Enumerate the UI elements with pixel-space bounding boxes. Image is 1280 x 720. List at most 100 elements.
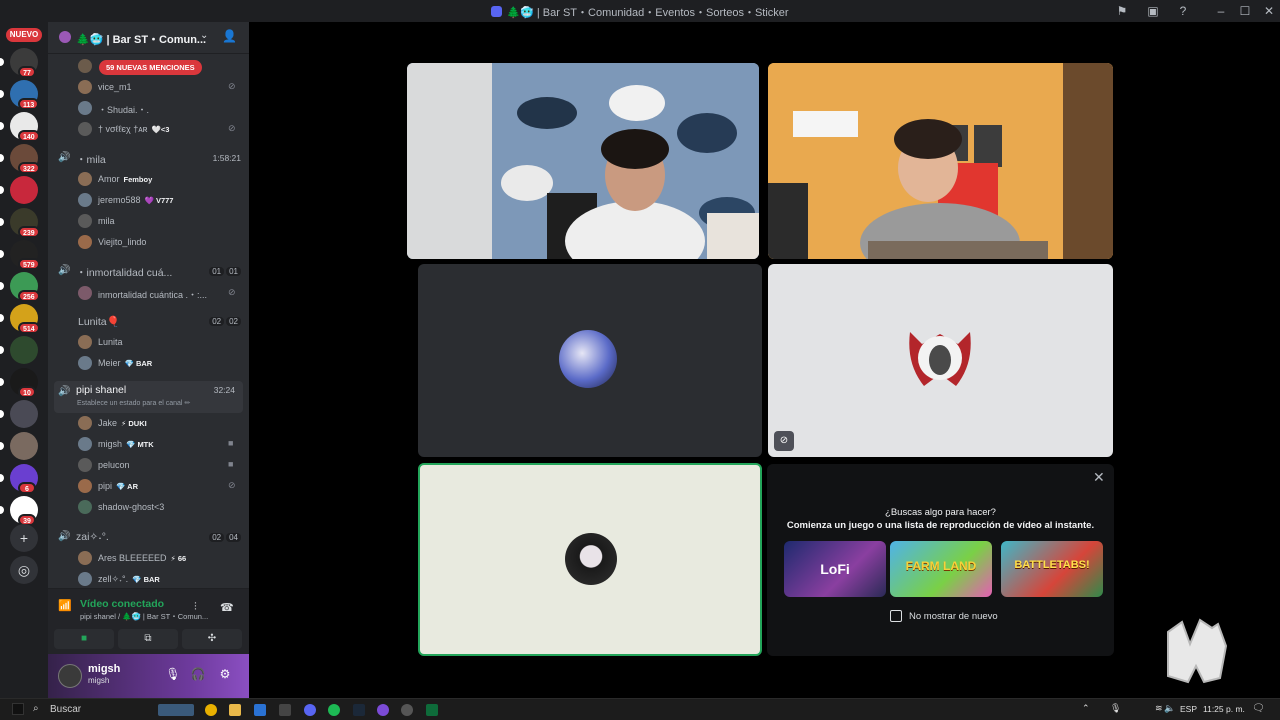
maximize-icon[interactable]: ☐	[1237, 3, 1253, 19]
participant-tile-self[interactable]	[418, 463, 762, 656]
mentions-badge[interactable]: 59 NUEVAS MENCIONES	[99, 60, 202, 75]
list-item[interactable]: vice_m1 ⊘	[48, 77, 249, 97]
server-avatar[interactable]	[10, 432, 38, 460]
avatar	[78, 437, 92, 451]
list-item[interactable]: † vσℓℓєχ †ᴀʀ 🤍<3 ⊘	[48, 119, 249, 139]
discord-icon[interactable]	[304, 704, 316, 716]
noise-suppression-icon[interactable]: ⫶	[194, 601, 197, 614]
dont-show-again-label[interactable]: No mostrar de nuevo	[909, 611, 998, 622]
user-display-name[interactable]: migsh	[88, 663, 120, 675]
list-item[interactable]: shadow-ghost<3	[48, 497, 249, 517]
mention-badge: 77	[18, 66, 36, 78]
activity-battletabs[interactable]: BATTLETABS!	[1001, 541, 1103, 597]
microphone-icon[interactable]: 🎙	[164, 667, 182, 685]
screen-icon[interactable]: ▣	[1145, 3, 1161, 19]
avatar[interactable]	[58, 664, 82, 688]
member-tag: 💎 AR	[116, 482, 138, 491]
list-item[interactable]: pelucon ■	[48, 455, 249, 475]
inbox-icon[interactable]: ⚑	[1114, 3, 1130, 19]
list-item[interactable]: zell✧˖°. 💎 BAR	[48, 569, 249, 589]
voice-status[interactable]: Vídeo conectado	[80, 598, 164, 610]
terminal-icon[interactable]	[426, 704, 438, 716]
voice-channel-lunita[interactable]: Lunita🎈 02 02	[48, 310, 249, 332]
wifi-icon[interactable]: ≋	[1155, 703, 1163, 714]
list-item[interactable]: Ares BLEEEEED ⚡ 66	[48, 548, 249, 568]
chrome-icon[interactable]	[205, 704, 217, 716]
activities-icon: ✣	[207, 633, 217, 644]
channel-counts: 02 04	[207, 532, 241, 542]
help-icon[interactable]: ?	[1175, 3, 1191, 19]
app-icon[interactable]	[401, 704, 413, 716]
obs-icon[interactable]	[377, 704, 389, 716]
steam-icon[interactable]	[353, 704, 365, 716]
user-count: 02	[209, 533, 225, 542]
close-window-icon[interactable]: ✕	[1261, 3, 1277, 19]
search-icon[interactable]: ⌕	[33, 703, 39, 714]
mic-tray-icon[interactable]: 🎙	[1110, 703, 1121, 714]
avatar	[565, 533, 617, 585]
widget-icon[interactable]	[158, 704, 194, 716]
store-icon[interactable]	[254, 704, 266, 716]
dont-show-again-checkbox[interactable]	[890, 610, 902, 622]
volume-icon[interactable]: 🔈	[1164, 703, 1175, 714]
taskbar-search[interactable]: Buscar	[50, 704, 81, 715]
list-item[interactable]: inmortalidad cuántica .・:... ⊘	[48, 283, 249, 303]
list-item[interactable]: ・Shudai.・.	[48, 98, 249, 118]
member-name: Lunita	[98, 337, 123, 347]
list-item[interactable]: Amor Femboy	[48, 169, 249, 189]
chevron-down-icon[interactable]: ⌄	[200, 30, 208, 41]
avatar	[559, 330, 617, 388]
input-language[interactable]: ESP	[1180, 704, 1197, 714]
clock[interactable]: 11:25 p. m.	[1203, 704, 1245, 714]
speaker-icon: 🔊	[58, 152, 71, 163]
list-item[interactable]: jeremo588 💜 V777	[48, 190, 249, 210]
list-item[interactable]: pipi 💎 AR ⊘	[48, 476, 249, 496]
list-item[interactable]: mila	[48, 211, 249, 231]
new-label[interactable]: NUEVO	[6, 28, 42, 42]
file-explorer-icon[interactable]	[229, 704, 241, 716]
voice-channel-inmortalidad[interactable]: 🔊 ・inmortalidad cuá... 01 01	[48, 260, 249, 282]
voice-channel-mila[interactable]: 🔊 ・mila 1:58:21	[48, 147, 249, 169]
app-icon[interactable]	[279, 704, 291, 716]
camera-icon: ■	[228, 438, 234, 448]
spotify-icon[interactable]	[328, 704, 340, 716]
close-icon[interactable]: ✕	[1093, 469, 1105, 486]
unread-pill	[0, 122, 4, 130]
participant-tile-user3[interactable]	[418, 264, 762, 457]
camera-button[interactable]: ■	[54, 629, 114, 649]
minimize-icon[interactable]: –	[1213, 3, 1229, 19]
video-tile-user1[interactable]	[407, 63, 759, 259]
voice-channel-zai[interactable]: 🔊 zai✧˖°. 02 04	[48, 526, 249, 548]
activity-farm-land[interactable]: FARM LAND	[890, 541, 992, 597]
notifications-icon[interactable]: 🗨	[1252, 703, 1265, 714]
voice-channel-pipi[interactable]: 🔊 pipi shanel 32:24 Establece un estado …	[54, 381, 243, 413]
activity-lofi[interactable]: LoFi	[784, 541, 886, 597]
chevron-up-icon[interactable]: ⌃	[1082, 703, 1090, 714]
mention-badge: 6	[18, 482, 36, 494]
invite-icon[interactable]: 👤	[222, 29, 237, 43]
headphones-icon[interactable]: 🎧	[189, 667, 207, 685]
start-icon[interactable]	[12, 703, 24, 715]
list-item[interactable]: Lunita	[48, 332, 249, 352]
member-name-text: Amor	[98, 174, 120, 184]
server-avatar[interactable]	[10, 400, 38, 428]
list-item[interactable]: Viejito_lindo	[48, 232, 249, 252]
settings-gear-icon[interactable]: ⚙	[216, 667, 234, 685]
member-name-text: Lunita	[98, 337, 123, 347]
server-avatar[interactable]	[10, 336, 38, 364]
participant-tile-user4[interactable]: ⊘	[768, 264, 1113, 457]
muted-icon: ⊘	[228, 287, 236, 297]
video-tile-user2[interactable]	[768, 63, 1113, 259]
guild-header[interactable]: 🌲🥶 | Bar ST・Comun... ⌄ 👤	[48, 22, 249, 54]
voice-channel-path[interactable]: pipi shanel / 🌲🥶 | Bar ST・Comun...	[80, 611, 208, 622]
list-item[interactable]: Meier 💎 BAR	[48, 353, 249, 373]
list-item[interactable]: Jake ⚡ DUKI	[48, 413, 249, 433]
list-item[interactable]: migsh 💎 MTK ■	[48, 434, 249, 454]
explore-icon[interactable]: ◎	[10, 556, 38, 584]
screen-share-button[interactable]: ⧉	[118, 629, 178, 649]
disconnect-icon[interactable]: ☎	[220, 601, 234, 614]
activities-button[interactable]: ✣	[182, 629, 242, 649]
add-server-icon[interactable]: +	[10, 524, 38, 552]
channel-status[interactable]: Establece un estado para el canal ✏	[77, 399, 190, 407]
server-avatar[interactable]	[10, 176, 38, 204]
